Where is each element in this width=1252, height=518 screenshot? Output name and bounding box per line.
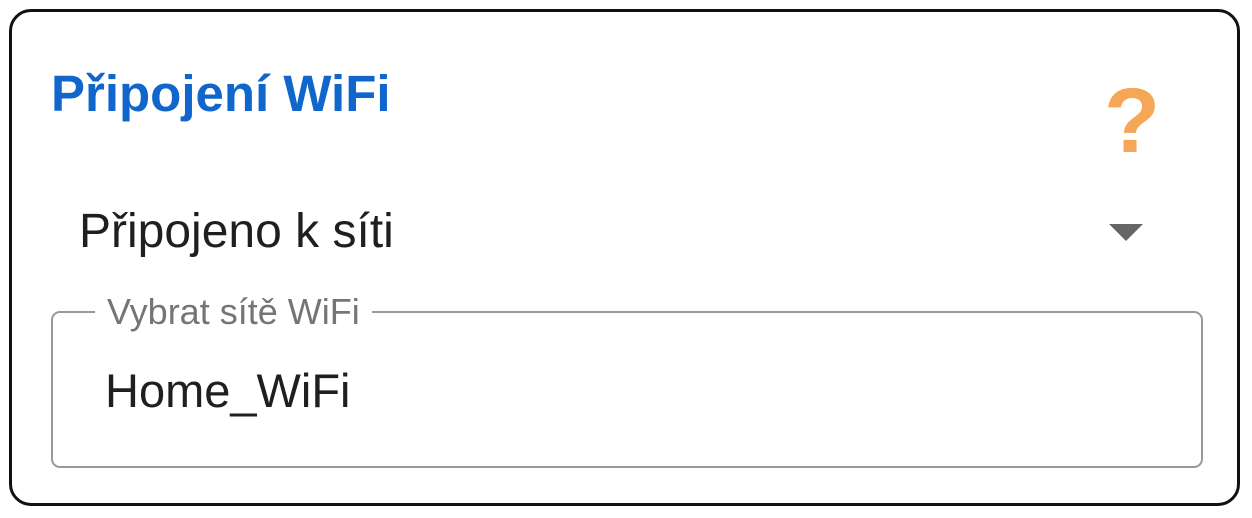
wifi-card: Připojení WiFi ? Připojeno k síti Vybrat… xyxy=(9,9,1240,506)
triangle-down-icon xyxy=(1109,224,1143,241)
connection-status-dropdown[interactable]: Připojeno k síti xyxy=(52,197,1162,267)
card-title: Připojení WiFi xyxy=(51,65,391,122)
connection-status-value: Připojeno k síti xyxy=(79,205,394,258)
wifi-network-label: Vybrat sítě WiFi xyxy=(95,291,372,333)
help-icon[interactable]: ? xyxy=(1100,75,1164,167)
wifi-network-field[interactable]: Vybrat sítě WiFi Home_WiFi xyxy=(51,291,1203,468)
wifi-network-value[interactable]: Home_WiFi xyxy=(105,361,350,421)
